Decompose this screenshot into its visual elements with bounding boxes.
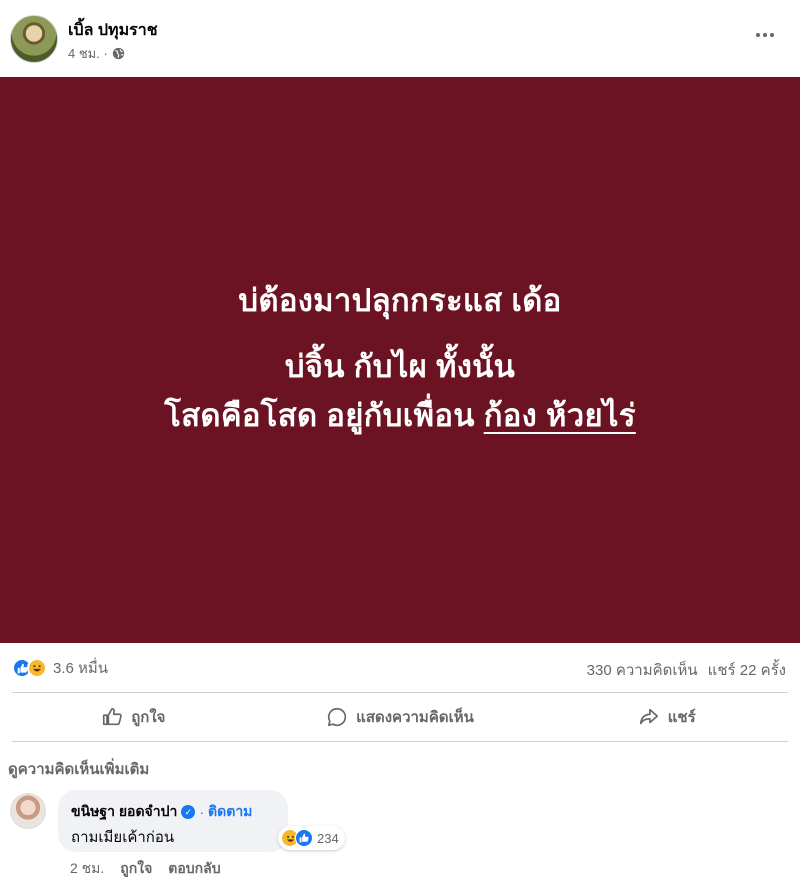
post-meta: 4 ชม. · bbox=[68, 43, 125, 64]
share-label: แชร์ bbox=[667, 709, 696, 726]
follow-button[interactable]: ติดตาม bbox=[208, 801, 252, 823]
comment-reactions[interactable]: 234 bbox=[278, 826, 345, 850]
commenter-name[interactable]: ขนิษฐา ยอดจำปา bbox=[71, 801, 177, 823]
author-name[interactable]: เบิ้ล ปทุมราช bbox=[68, 18, 158, 43]
image-text-line-3-prefix: โสดคือโสด อยู่กับเพื่อน bbox=[164, 398, 484, 433]
commenter-avatar[interactable] bbox=[10, 793, 46, 829]
comment-time[interactable]: 2 ชม. bbox=[70, 858, 104, 877]
post-time[interactable]: 4 ชม. · bbox=[68, 43, 108, 64]
shares-count[interactable]: แชร์ 22 ครั้ง bbox=[708, 658, 786, 682]
divider bbox=[12, 692, 788, 693]
image-text-line-2: บ่จิ้น กับไผ ทั้งนั้น bbox=[284, 349, 516, 384]
separator: · bbox=[199, 804, 205, 820]
post-stats: 3.6 หมื่น 330 ความคิดเห็น แชร์ 22 ครั้ง bbox=[0, 650, 800, 686]
comment-text: ถามเมียเค้าก่อน bbox=[71, 829, 175, 846]
comment-bubble: ขนิษฐา ยอดจำปา ✓ · ติดตาม ถามเมียเค้าก่อ… bbox=[58, 790, 288, 852]
comment-label: แสดงความคิดเห็น bbox=[356, 709, 474, 726]
like-label: ถูกใจ bbox=[131, 709, 166, 726]
author-avatar[interactable] bbox=[10, 15, 58, 63]
stats-right: 330 ความคิดเห็น แชร์ 22 ครั้ง bbox=[587, 658, 786, 682]
like-icon bbox=[103, 707, 122, 726]
globe-icon bbox=[112, 47, 124, 60]
share-button[interactable]: แชร์ bbox=[533, 697, 800, 737]
comment-button[interactable]: แสดงความคิดเห็น bbox=[267, 697, 534, 737]
reactions-count: 3.6 หมื่น bbox=[53, 660, 109, 677]
share-icon bbox=[639, 708, 658, 725]
haha-icon bbox=[27, 658, 47, 678]
comment-icon bbox=[328, 707, 347, 727]
post-header: เบิ้ล ปทุมราช 4 ชม. · bbox=[0, 0, 800, 77]
post-image[interactable]: บ่ต้องมาปลุกกระแส เด้อ บ่จิ้น กับไผ ทั้ง… bbox=[0, 77, 800, 643]
view-more-comments-link[interactable]: ดูความคิดเห็นเพิ่มเติม bbox=[8, 757, 149, 781]
reactions-summary[interactable]: 3.6 หมื่น bbox=[12, 656, 108, 680]
comment-actions: 2 ชม. ถูกใจ ตอบกลับ bbox=[70, 858, 221, 877]
divider bbox=[12, 741, 788, 742]
post-actions: ถูกใจ แสดงความคิดเห็น แชร์ bbox=[0, 697, 800, 737]
image-text-line-3: โสดคือโสด อยู่กับเพื่อน ก้อง ห้วยไร่ bbox=[0, 397, 800, 436]
more-options-icon[interactable] bbox=[752, 22, 778, 48]
image-text-line-3-underlined: ก้อง ห้วยไร่ bbox=[483, 398, 636, 433]
like-icon bbox=[295, 829, 313, 847]
comment-reply-button[interactable]: ตอบกลับ bbox=[168, 858, 220, 877]
like-button[interactable]: ถูกใจ bbox=[0, 697, 267, 737]
comment-reaction-count: 234 bbox=[317, 830, 339, 846]
comment-like-button[interactable]: ถูกใจ bbox=[120, 858, 152, 877]
image-text-line-1: บ่ต้องมาปลุกกระแส เด้อ bbox=[238, 283, 562, 318]
comments-count[interactable]: 330 ความคิดเห็น bbox=[587, 658, 698, 682]
verified-icon: ✓ bbox=[181, 805, 196, 819]
commenter-header: ขนิษฐา ยอดจำปา ✓ · ติดตาม bbox=[71, 801, 252, 823]
